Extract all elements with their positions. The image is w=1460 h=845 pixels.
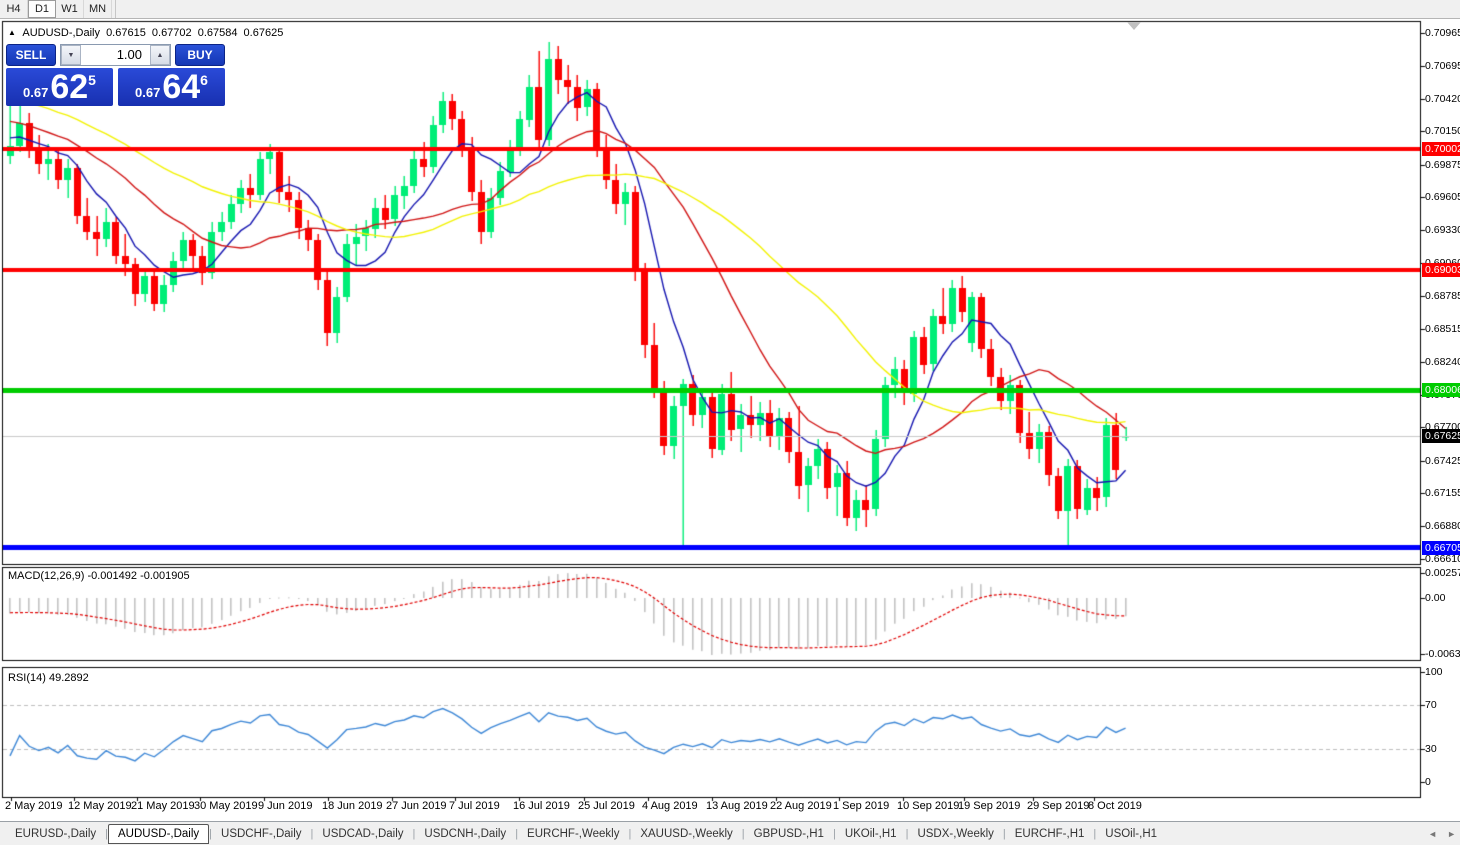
date-axis-label: 30 May 2019 xyxy=(194,800,258,812)
price-chart-canvas[interactable] xyxy=(0,0,1460,845)
price-axis-label: 0.70965 xyxy=(1425,27,1460,39)
price-axis-label: 0.68240 xyxy=(1425,356,1460,369)
timeframe-button-mn[interactable]: MN xyxy=(84,0,112,18)
date-axis-label: 18 Jun 2019 xyxy=(322,800,383,812)
macd-axis-label: -0.006326 xyxy=(1425,648,1460,660)
price-axis-label: 0.67155 xyxy=(1425,487,1460,500)
date-axis-label: 21 May 2019 xyxy=(131,800,195,812)
price-level-badge: 0.69003 xyxy=(1422,262,1460,277)
rsi-axis-label: 0 xyxy=(1425,776,1431,788)
date-axis-label: 13 Aug 2019 xyxy=(706,800,768,812)
ohlc-close: 0.67625 xyxy=(243,27,284,39)
current-price-badge: 0.67625 xyxy=(1422,429,1460,444)
date-axis-label: 12 May 2019 xyxy=(68,800,132,812)
date-axis-label: 27 Jun 2019 xyxy=(386,800,447,812)
one-click-trade-panel: SELL ▼ 1.00 ▲ BUY 0.67 62 5 0.67 64 6 xyxy=(6,44,225,106)
rsi-axis-label: 100 xyxy=(1425,666,1443,678)
chart-tab-bar: EURUSD-,Daily | AUDUSD-,Daily | USDCHF-,Dail… xyxy=(0,821,1460,845)
ohlc-open: 0.67615 xyxy=(106,27,146,39)
chart-title: ▲ AUDUSD-,Daily 0.67615 0.67702 0.67584 … xyxy=(8,27,286,39)
macd-axis-label: 0.00 xyxy=(1425,592,1446,604)
tab-scroll-buttons: ◄ ► xyxy=(1428,829,1456,839)
buy-price-box[interactable]: 0.67 64 6 xyxy=(118,68,225,106)
tab-eurchf-weekly[interactable]: EURCHF-,Weekly xyxy=(518,825,628,843)
sell-button[interactable]: SELL xyxy=(6,44,56,66)
buy-price-big: 64 xyxy=(162,68,201,106)
macd-label: MACD(12,26,9) -0.001492 -0.001905 xyxy=(8,570,190,582)
date-axis-label: 9 Jun 2019 xyxy=(258,800,313,812)
date-axis-label: 16 Jul 2019 xyxy=(513,800,570,812)
tab-usdchf-daily[interactable]: USDCHF-,Daily xyxy=(212,825,311,843)
ohlc-low: 0.67584 xyxy=(197,27,238,39)
price-axis-label: 0.70420 xyxy=(1425,92,1460,105)
timeframe-button-w1[interactable]: W1 xyxy=(56,0,84,18)
price-level-badge: 0.66705 xyxy=(1422,540,1460,555)
tab-scroll-right-icon[interactable]: ► xyxy=(1447,829,1456,839)
buy-button[interactable]: BUY xyxy=(175,44,225,66)
tab-eurusd-daily[interactable]: EURUSD-,Daily xyxy=(6,825,105,843)
sell-price-big: 62 xyxy=(50,68,89,106)
tab-xauusd-weekly[interactable]: XAUUSD-,Weekly xyxy=(631,825,741,843)
price-axis-label: 0.66610 xyxy=(1425,553,1460,565)
rsi-axis-label: 30 xyxy=(1425,743,1437,755)
macd-axis-label: 0.002574 xyxy=(1425,567,1460,579)
price-axis-label: 0.67425 xyxy=(1425,454,1460,467)
tab-eurchf-h1[interactable]: EURCHF-,H1 xyxy=(1006,825,1094,843)
rsi-axis-label: 70 xyxy=(1425,699,1437,711)
price-axis-label: 0.69875 xyxy=(1425,158,1460,171)
tab-usdcnh-daily[interactable]: USDCNH-,Daily xyxy=(415,825,515,843)
volume-input[interactable]: 1.00 xyxy=(81,45,150,65)
sell-price-pip: 5 xyxy=(88,72,96,88)
volume-stepper: ▼ 1.00 ▲ xyxy=(60,44,171,66)
volume-decrease-button[interactable]: ▼ xyxy=(61,45,81,65)
sell-price-prefix: 0.67 xyxy=(23,85,49,100)
date-axis-label: 10 Sep 2019 xyxy=(897,800,960,812)
price-level-badge: 0.70002 xyxy=(1422,142,1460,157)
tab-gbpusd-h1[interactable]: GBPUSD-,H1 xyxy=(745,825,833,843)
tab-ukoil-h1[interactable]: UKOil-,H1 xyxy=(836,825,906,843)
timeframe-toolbar: H4 D1 W1 MN xyxy=(0,0,1460,19)
price-axis-label: 0.69330 xyxy=(1425,224,1460,237)
date-axis-label: 29 Sep 2019 xyxy=(1027,800,1090,812)
tab-scroll-left-icon[interactable]: ◄ xyxy=(1428,829,1437,839)
date-axis-label: 19 Sep 2019 xyxy=(958,800,1021,812)
buy-price-pip: 6 xyxy=(200,72,208,88)
date-axis-label: 8 Oct 2019 xyxy=(1088,800,1142,812)
tab-usdcad-daily[interactable]: USDCAD-,Daily xyxy=(313,825,412,843)
tab-usdx-weekly[interactable]: USDX-,Weekly xyxy=(908,825,1002,843)
tab-usoil-h1[interactable]: USOil-,H1 xyxy=(1096,825,1166,843)
date-axis-label: 22 Aug 2019 xyxy=(770,800,832,812)
date-axis-label: 7 Jul 2019 xyxy=(449,800,500,812)
price-axis-label: 0.70150 xyxy=(1425,125,1460,138)
chart-symbol-label: AUDUSD-,Daily xyxy=(22,27,100,39)
price-level-badge: 0.68006 xyxy=(1422,383,1460,398)
price-axis-label: 0.66880 xyxy=(1425,520,1460,533)
ohlc-high: 0.67702 xyxy=(151,27,192,39)
tab-audusd-daily[interactable]: AUDUSD-,Daily xyxy=(108,823,210,844)
price-axis-label: 0.68515 xyxy=(1425,322,1460,335)
price-axis-label: 0.69605 xyxy=(1425,191,1460,204)
quick-nav-triangle-icon[interactable] xyxy=(1127,22,1141,30)
rsi-label: RSI(14) 49.2892 xyxy=(8,672,89,684)
collapse-triangle-icon[interactable]: ▲ xyxy=(8,28,16,37)
volume-increase-button[interactable]: ▲ xyxy=(150,45,170,65)
toolbar-separator xyxy=(112,0,116,18)
date-axis-label: 25 Jul 2019 xyxy=(578,800,635,812)
timeframe-button-d1[interactable]: D1 xyxy=(28,0,56,18)
buy-price-prefix: 0.67 xyxy=(135,85,161,100)
date-axis-label: 2 May 2019 xyxy=(5,800,63,812)
date-axis-label: 4 Aug 2019 xyxy=(642,800,698,812)
date-axis-label: 1 Sep 2019 xyxy=(833,800,890,812)
sell-price-box[interactable]: 0.67 62 5 xyxy=(6,68,113,106)
price-axis-label: 0.70695 xyxy=(1425,59,1460,72)
timeframe-button-h4[interactable]: H4 xyxy=(0,0,28,18)
price-axis-label: 0.68785 xyxy=(1425,290,1460,303)
